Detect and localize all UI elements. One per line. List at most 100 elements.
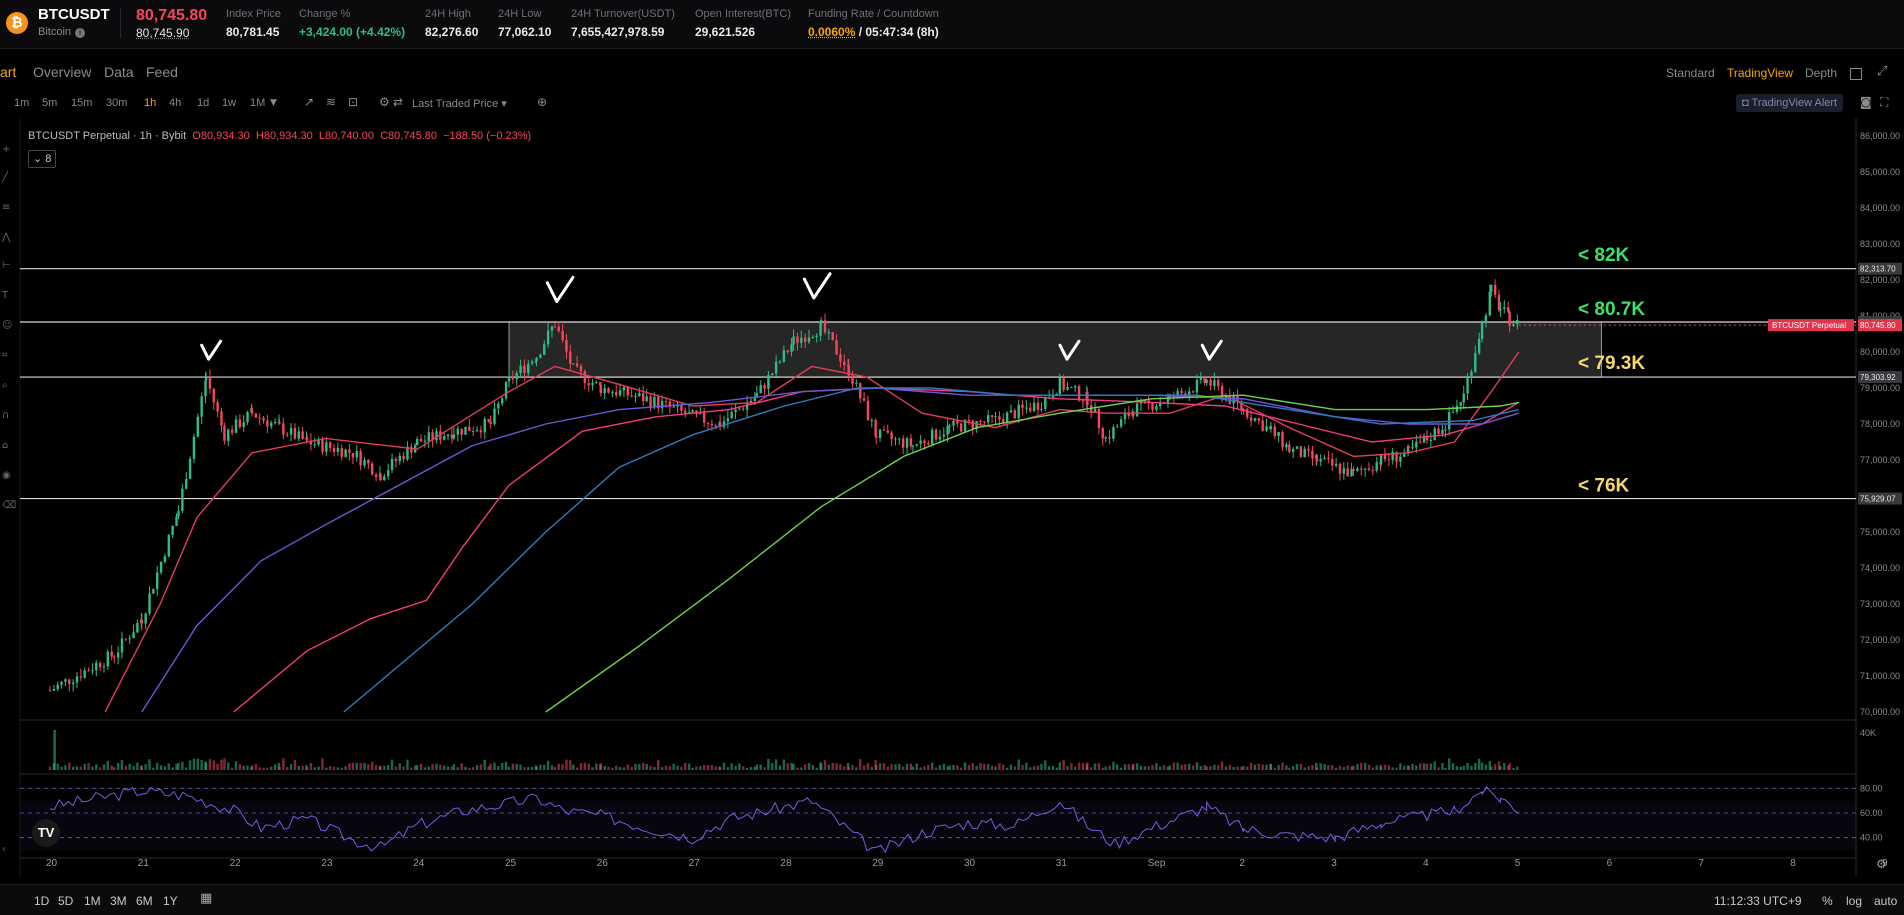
volume-bar [778, 765, 782, 770]
auto-toggle[interactable]: auto [1874, 894, 1897, 908]
candle [1451, 411, 1455, 413]
volume-bar [1029, 767, 1032, 770]
volume-bar [379, 766, 382, 770]
time-axis-label: 7 [1698, 858, 1704, 869]
time-axis-label: 29 [872, 858, 884, 869]
range-6m[interactable]: 6M [136, 894, 153, 908]
indicators-toggle[interactable]: ⌄ 8 [28, 150, 57, 168]
candle [1506, 307, 1510, 312]
coin-name-text: Bitcoin [38, 26, 72, 38]
timeframe-1M[interactable]: 1M [250, 97, 265, 109]
timeframe-5m[interactable]: 5m [42, 97, 57, 109]
candle [208, 377, 212, 389]
resistance-zone [508, 321, 1602, 378]
axis-settings-icon[interactable]: ⚙ [1876, 857, 1887, 871]
compare-icon[interactable]: ⇄ [393, 95, 403, 109]
tab-data[interactable]: Data [104, 64, 134, 80]
price-type-select[interactable]: Last Traded Price ▾ [412, 97, 507, 110]
timeframe-4h[interactable]: 4h [169, 97, 181, 109]
volume-bar [1155, 763, 1158, 770]
candle [1195, 380, 1199, 393]
volume-bar [1429, 763, 1433, 770]
volume-bar [212, 760, 215, 770]
tab-chart[interactable]: art [0, 64, 16, 80]
volume-bar [1180, 764, 1183, 770]
info-icon[interactable]: i [75, 28, 86, 38]
candle [1367, 468, 1371, 470]
candle [507, 376, 511, 382]
timeframe-dropdown-icon[interactable]: ▼ [270, 98, 277, 108]
candle [1493, 284, 1497, 295]
timeframe-1h[interactable]: 1h [144, 97, 156, 109]
candle [983, 421, 986, 423]
funding-rate[interactable]: 0.0060% [808, 25, 855, 39]
candle [565, 339, 568, 352]
tab-feed[interactable]: Feed [146, 64, 178, 80]
candle [618, 390, 622, 396]
view-depth[interactable]: Depth [1805, 66, 1837, 80]
indicators-icon[interactable]: ↗ [304, 95, 314, 109]
fullscreen-icon[interactable]: ⛶ [1880, 95, 1888, 110]
volume-bar [855, 767, 858, 770]
expand-icon[interactable]: ⤢ [1877, 64, 1887, 79]
volume-bar [460, 763, 463, 770]
stat-label: 24H High [425, 8, 471, 20]
timeframe-15m[interactable]: 15m [71, 97, 92, 109]
candle [909, 438, 913, 447]
tab-overview[interactable]: Overview [33, 64, 91, 80]
symbol-name[interactable]: BTCUSDT [38, 6, 110, 23]
settings-icon[interactable]: ⚙ [379, 95, 390, 109]
chart-type-icon[interactable]: ≋ [326, 95, 336, 109]
volume-bar [1419, 763, 1422, 770]
volume-bar [803, 764, 807, 770]
timeframe-1d[interactable]: 1d [197, 97, 209, 109]
add-icon[interactable]: ⊕ [537, 95, 547, 109]
volume-bar [1159, 766, 1162, 770]
time-axis-label: 6 [1607, 858, 1613, 869]
candle [615, 392, 618, 396]
templates-icon[interactable]: ⊡ [348, 95, 358, 109]
camera-icon[interactable]: ◙ [1860, 95, 1872, 109]
view-standard[interactable]: Standard [1666, 66, 1715, 80]
candle [196, 416, 199, 437]
checkmark-annotation [802, 272, 832, 300]
range-1d[interactable]: 1D [34, 894, 49, 908]
volume-bar [254, 763, 258, 770]
volume-bar [927, 765, 930, 770]
candle [759, 385, 762, 394]
volume-bar [113, 767, 116, 770]
candle [321, 439, 324, 452]
stat-funding-rate: Funding Rate / Countdown 0.0060% / 05:47:… [808, 8, 939, 39]
percent-toggle[interactable]: % [1822, 894, 1833, 908]
volume-bar [851, 764, 854, 770]
price-tick-label: 85,000.00 [1860, 167, 1900, 177]
candle [1058, 377, 1061, 395]
range-3m[interactable]: 3M [110, 894, 127, 908]
tradingview-alert-button[interactable]: ◘ TradingView Alert [1736, 94, 1844, 112]
volume-bar [87, 763, 90, 770]
candle [456, 428, 459, 435]
range-1y[interactable]: 1Y [163, 894, 178, 908]
fullscreen-chart-icon[interactable] [1850, 68, 1862, 80]
price-chart[interactable]: 86,000.00 85,000.00 84,000.00 83,000.00 82,0… [0, 118, 1904, 884]
candle [583, 371, 587, 384]
volume-bar [152, 767, 155, 770]
timeframe-1w[interactable]: 1w [222, 97, 236, 109]
volume-bar [1352, 765, 1355, 770]
calendar-icon[interactable]: ▦ [200, 891, 212, 906]
volume-bar [664, 765, 668, 770]
candle [1025, 407, 1028, 409]
timeframe-1m[interactable]: 1m [14, 97, 29, 109]
log-toggle[interactable]: log [1846, 894, 1862, 908]
range-1m[interactable]: 1M [84, 894, 101, 908]
volume-bar [1116, 764, 1119, 770]
volume-bar [336, 767, 340, 770]
range-5d[interactable]: 5D [58, 894, 73, 908]
view-tradingview[interactable]: TradingView [1727, 66, 1793, 80]
timeframe-30m[interactable]: 30m [106, 97, 127, 109]
volume-bar [1089, 767, 1093, 770]
price-tick-label: 77,000.00 [1860, 455, 1900, 465]
candle [479, 430, 483, 433]
volume-bar [493, 762, 496, 770]
candle [497, 403, 500, 409]
